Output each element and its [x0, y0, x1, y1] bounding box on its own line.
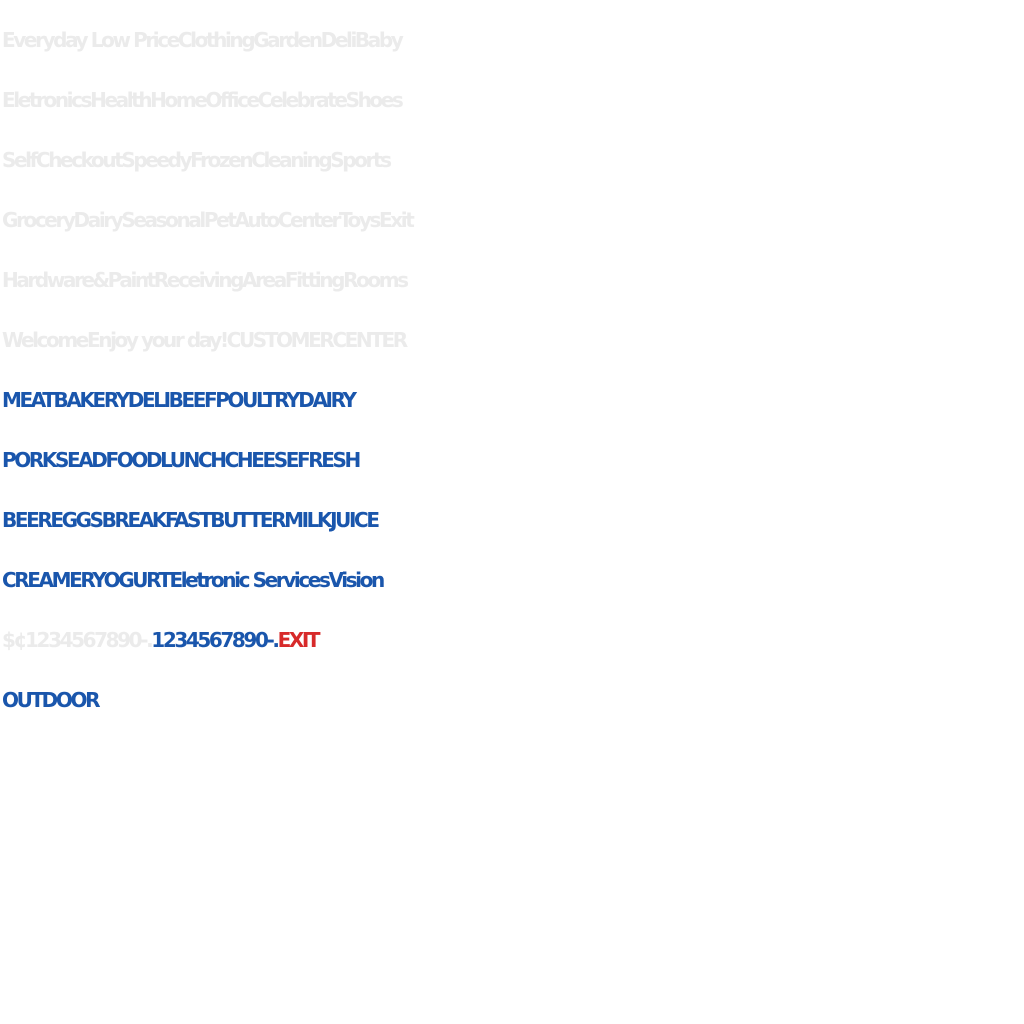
font-specimen-sheet: Everyday Low PriceClothingGardenDeliBaby…: [0, 0, 1024, 1024]
specimen-line-7: MEATBAKERYDELIBEEFPOULTRYDAIRY: [2, 370, 1024, 430]
specimen-text: BEEREGGSBREAKFASTBUTTERMILKJUICE: [2, 508, 380, 532]
specimen-line-3: SelfCheckoutSpeedyFrozenCleaningSports: [2, 130, 1024, 190]
specimen-text: Hardware&PaintReceivingAreaFittingRooms: [2, 268, 409, 292]
specimen-line-1: Everyday Low PriceClothingGardenDeliBaby: [2, 10, 1024, 70]
exit-text: EXIT: [277, 628, 321, 652]
specimen-line-11: $¢1234567890-.1234567890-.EXIT: [2, 610, 1024, 670]
specimen-text: Everyday Low PriceClothingGardenDeliBaby: [2, 28, 404, 52]
digits-text: 1234567890-.: [151, 628, 280, 652]
specimen-line-10: CREAMERYOGURTEletronic ServicesVision: [2, 550, 1024, 610]
specimen-line-6: WelcomeEnjoy your day!CUSTOMERCENTER: [2, 310, 1024, 370]
specimen-line-4: GroceryDairySeasonalPetAutoCenterToysExi…: [2, 190, 1024, 250]
specimen-text: EletronicsHealthHomeOfficeCelebrateShoes: [2, 88, 404, 112]
specimen-line-8: PORKSEADFOODLUNCHCHEESEFRESH: [2, 430, 1024, 490]
specimen-text: MEATBAKERYDELIBEEFPOULTRYDAIRY: [2, 388, 357, 412]
specimen-text: SelfCheckoutSpeedyFrozenCleaningSports: [2, 148, 392, 172]
specimen-line-5: Hardware&PaintReceivingAreaFittingRooms: [2, 250, 1024, 310]
specimen-line-12: OUTDOOR: [2, 670, 1024, 730]
specimen-text: GroceryDairySeasonalPetAutoCenterToysExi…: [2, 208, 415, 232]
specimen-line-9: BEEREGGSBREAKFASTBUTTERMILKJUICE: [2, 490, 1024, 550]
specimen-text: WelcomeEnjoy your day!CUSTOMERCENTER: [2, 328, 408, 352]
specimen-text: CREAMERYOGURTEletronic ServicesVision: [2, 568, 385, 592]
currency-digits-text: $¢1234567890-.: [2, 628, 154, 652]
specimen-text: OUTDOOR: [2, 688, 100, 712]
specimen-text: PORKSEADFOODLUNCHCHEESEFRESH: [2, 448, 361, 472]
specimen-line-2: EletronicsHealthHomeOfficeCelebrateShoes: [2, 70, 1024, 130]
